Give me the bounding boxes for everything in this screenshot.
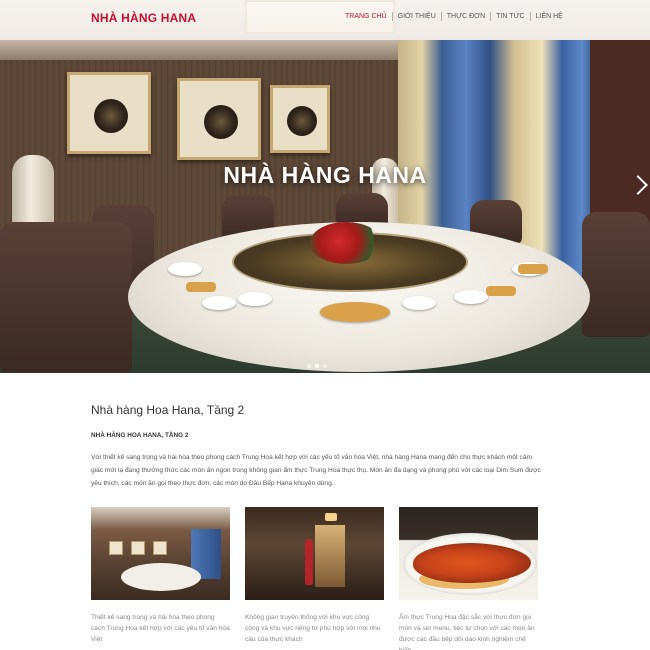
hero-chair	[0, 222, 132, 372]
chevron-right-icon[interactable]	[630, 172, 646, 202]
slider-dots	[307, 364, 327, 370]
intro-paragraph: Với thiết kế sang trọng và hài hòa theo …	[91, 454, 541, 487]
hero-slider: NHÀ HÀNG HANA	[0, 0, 650, 373]
main-menu: TRANG CHỦ GIỚI THIỆU THỰC ĐƠN TIN TỨC LI…	[340, 12, 568, 21]
gallery-card[interactable]: Thiết kế sang trọng và hài hòa theo phon…	[91, 507, 230, 645]
nav-item-news[interactable]: TIN TỨC	[491, 13, 529, 20]
section-subheading: NHÀ HÀNG HOA HANA, TẦNG 2	[91, 432, 189, 439]
hero-flowers	[310, 222, 382, 264]
hero-plate	[402, 296, 436, 310]
top-navbar: NHÀ HÀNG HANA TRANG CHỦ GIỚI THIỆU THỰC …	[0, 0, 650, 40]
gallery: Thiết kế sang trọng và hài hòa theo phon…	[91, 507, 551, 650]
gallery-card[interactable]: Ẩm thực Trung Hoa đặc sắc với thực đơn g…	[399, 507, 538, 650]
hero-plate	[168, 262, 202, 276]
slider-dot-active[interactable]	[315, 364, 319, 368]
hero-title: NHÀ HÀNG HANA	[223, 162, 427, 188]
gallery-image-dining-room[interactable]	[91, 507, 230, 600]
hero-napkin	[186, 282, 216, 292]
section-heading: Nhà hàng Hoa Hana, Tầng 2	[91, 403, 245, 417]
gallery-card[interactable]: Không gian truyền thống với khu vực công…	[245, 507, 384, 645]
hero-napkin	[486, 286, 516, 296]
hero-napkin	[518, 264, 548, 274]
gallery-image-entrance[interactable]	[245, 507, 384, 600]
slider-dot[interactable]	[307, 364, 311, 368]
hero-chair	[582, 212, 650, 337]
intro-section: Nhà hàng Hoa Hana, Tầng 2 NHÀ HÀNG HOA H…	[91, 403, 551, 490]
site-logo[interactable]: NHÀ HÀNG HANA	[91, 11, 196, 25]
nav-item-contact[interactable]: LIÊN HỆ	[531, 13, 568, 20]
hero-plate	[454, 290, 488, 304]
hero-wall-picture	[67, 72, 151, 154]
hero-wall-picture	[177, 78, 261, 160]
hero-plate	[202, 296, 236, 310]
nav-item-home[interactable]: TRANG CHỦ	[340, 13, 392, 20]
hero-plate	[238, 292, 272, 306]
slider-dot[interactable]	[323, 364, 327, 368]
hero-wall-picture	[270, 85, 330, 153]
gallery-caption: Không gian truyền thống với khu vực công…	[245, 614, 381, 643]
nav-item-menu[interactable]: THỰC ĐƠN	[442, 13, 490, 20]
page: NHÀ HÀNG HANA NHÀ HÀNG HANA TRANG CHỦ GI…	[0, 0, 650, 650]
gallery-image-crab-dish[interactable]	[399, 507, 538, 600]
hero-plate	[320, 302, 390, 322]
nav-item-about[interactable]: GIỚI THIỆU	[393, 13, 441, 20]
gallery-caption: Ẩm thực Trung Hoa đặc sắc với thực đơn g…	[399, 614, 535, 650]
gallery-caption: Thiết kế sang trọng và hài hòa theo phon…	[91, 614, 230, 643]
